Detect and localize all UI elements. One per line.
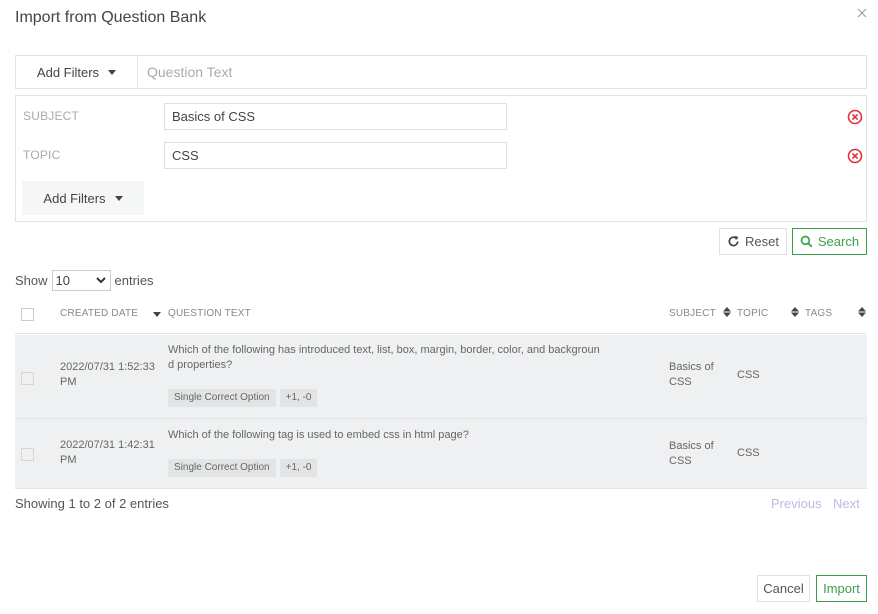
created-date: 2022/07/31 1:42:31 PM bbox=[60, 439, 155, 466]
next-page-button[interactable]: Next bbox=[833, 496, 860, 511]
remove-circle-icon[interactable] bbox=[847, 148, 863, 164]
add-filters-dropdown-inner[interactable]: Add Filters bbox=[22, 181, 144, 215]
add-filters-label: Add Filters bbox=[36, 64, 100, 80]
reset-label: Reset bbox=[745, 234, 779, 249]
subject-filter-input[interactable] bbox=[164, 103, 507, 130]
question-text: Which of the following has introduced te… bbox=[168, 344, 600, 371]
row-checkbox[interactable] bbox=[21, 448, 34, 461]
created-date: 2022/07/31 1:52:33 PM bbox=[60, 361, 155, 388]
topic-filter-input[interactable] bbox=[164, 142, 507, 169]
add-filters-label: Add Filters bbox=[43, 190, 106, 206]
modal-title: Import from Question Bank bbox=[15, 9, 207, 26]
cancel-button[interactable]: Cancel bbox=[757, 575, 810, 602]
table-header: CREATED DATE QUESTION TEXT SUBJECT TOPIC… bbox=[15, 300, 867, 334]
show-entries: Show 10 entries bbox=[15, 270, 154, 291]
question-tags: Single Correct Option +1, -0 bbox=[168, 459, 318, 477]
search-button[interactable]: Search bbox=[792, 228, 867, 255]
question-text: Which of the following tag is used to em… bbox=[168, 429, 469, 441]
select-all-checkbox[interactable] bbox=[21, 308, 34, 321]
remove-circle-icon[interactable] bbox=[847, 109, 863, 125]
table-row[interactable]: 2022/07/31 1:42:31 PM Which of the follo… bbox=[15, 419, 867, 489]
marks-badge: +1, -0 bbox=[279, 389, 318, 407]
search-label: Search bbox=[817, 234, 860, 249]
entries-per-page-select[interactable]: 10 bbox=[51, 270, 111, 291]
table-row[interactable]: 2022/07/31 1:52:33 PM Which of the follo… bbox=[15, 335, 867, 419]
close-icon[interactable] bbox=[855, 6, 869, 20]
add-filters-dropdown[interactable]: Add Filters bbox=[16, 56, 138, 88]
previous-page-button[interactable]: Previous bbox=[771, 496, 822, 511]
search-icon bbox=[800, 235, 813, 248]
search-bar: Add Filters bbox=[15, 55, 867, 89]
column-header-tags[interactable]: TAGS bbox=[805, 308, 832, 319]
show-label: Show bbox=[15, 273, 48, 288]
topic: CSS bbox=[737, 369, 760, 381]
question-type-badge: Single Correct Option bbox=[168, 389, 276, 407]
column-header-topic[interactable]: TOPIC bbox=[737, 308, 768, 319]
filter-row-subject: SUBJECT bbox=[16, 103, 866, 131]
column-header-question-text[interactable]: QUESTION TEXT bbox=[168, 308, 251, 319]
question-text-input[interactable] bbox=[138, 56, 866, 88]
topic: CSS bbox=[737, 447, 760, 459]
showing-entries-info: Showing 1 to 2 of 2 entries bbox=[15, 496, 169, 511]
subject: Basics of CSS bbox=[669, 440, 714, 467]
question-tags: Single Correct Option +1, -0 bbox=[168, 389, 318, 407]
import-button[interactable]: Import bbox=[816, 575, 867, 602]
sort-icon[interactable] bbox=[723, 307, 731, 317]
sort-icon[interactable] bbox=[791, 307, 799, 317]
entries-selected-value: 10 bbox=[55, 273, 70, 288]
column-header-subject[interactable]: SUBJECT bbox=[669, 308, 716, 319]
refresh-icon bbox=[728, 235, 739, 247]
filter-label: TOPIC bbox=[23, 148, 61, 162]
filter-row-topic: TOPIC bbox=[16, 142, 866, 170]
caret-down-icon bbox=[114, 195, 123, 201]
entries-label: entries bbox=[114, 273, 154, 288]
marks-badge: +1, -0 bbox=[279, 459, 318, 477]
filter-panel: SUBJECT TOPIC Add Filters bbox=[15, 95, 867, 222]
column-header-created-date[interactable]: CREATED DATE bbox=[60, 308, 138, 319]
question-type-badge: Single Correct Option bbox=[168, 459, 276, 477]
sort-desc-icon[interactable] bbox=[153, 310, 161, 320]
row-checkbox[interactable] bbox=[21, 372, 34, 385]
filter-label: SUBJECT bbox=[23, 109, 80, 123]
subject: Basics of CSS bbox=[669, 361, 714, 388]
sort-icon[interactable] bbox=[858, 307, 866, 317]
caret-down-icon bbox=[108, 69, 117, 75]
chevron-down-icon bbox=[95, 277, 106, 284]
reset-button[interactable]: Reset bbox=[719, 228, 787, 255]
